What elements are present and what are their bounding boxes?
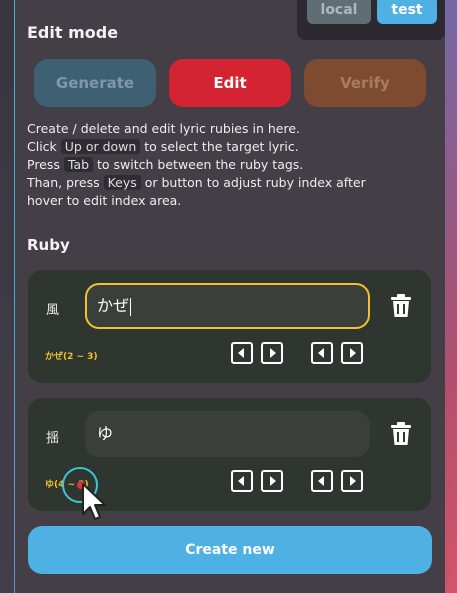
start-index-left-arrow-icon[interactable] [231, 470, 253, 492]
end-index-left-arrow-icon[interactable] [311, 470, 333, 492]
ruby-text-input[interactable]: ゆ [85, 411, 370, 457]
description-line: hover to edit index area. [27, 192, 427, 210]
description-text: to select the target lyric. [140, 139, 299, 154]
lyric-label: 風 [46, 303, 60, 318]
mouse-pointer-icon [82, 483, 106, 520]
description-line: Press Tab to switch between the ruby tag… [27, 156, 427, 174]
key-hint: Up or down [60, 139, 141, 154]
env-test-button[interactable]: test [377, 0, 437, 24]
ruby-text: かぜ [97, 296, 130, 315]
key-hint: Keys [103, 175, 141, 190]
description-text: Press [27, 157, 64, 172]
ruby-card: 風 かぜ かぜ(2 ~ 3) [28, 270, 431, 383]
generate-mode-button[interactable]: Generate [34, 59, 156, 107]
text-caret [130, 297, 132, 316]
description-line: Click Up or down to select the target ly… [27, 138, 427, 156]
description-text: or button to adjust ruby index after [140, 175, 366, 190]
lyric-label: 揺 [46, 431, 60, 446]
environment-switch: local test [297, 0, 445, 40]
edit-mode-button[interactable]: Edit [169, 59, 291, 107]
description-text: Create / delete and edit lyric rubies in… [27, 121, 300, 136]
description-text: Than, press [27, 175, 104, 190]
description-line: Than, press Keys or button to adjust rub… [27, 174, 427, 192]
verify-mode-button[interactable]: Verify [304, 59, 426, 107]
description-text: Click [27, 139, 61, 154]
end-index-left-arrow-icon[interactable] [311, 342, 333, 364]
start-index-right-arrow-icon[interactable] [261, 342, 283, 364]
left-strip [0, 0, 14, 593]
create-new-button[interactable]: Create new [28, 526, 432, 574]
end-index-right-arrow-icon[interactable] [341, 342, 363, 364]
description-text: hover to edit index area. [27, 193, 182, 208]
ruby-section-title: Ruby [27, 236, 70, 254]
start-index-right-arrow-icon[interactable] [261, 470, 283, 492]
panel-title: Edit mode [27, 23, 119, 42]
start-index-left-arrow-icon[interactable] [231, 342, 253, 364]
description-line: Create / delete and edit lyric rubies in… [27, 120, 427, 138]
description-text: to switch between the ruby tags. [93, 157, 304, 172]
key-hint: Tab [63, 157, 94, 172]
ruby-text: ゆ [97, 424, 114, 443]
delete-trash-icon[interactable] [390, 294, 412, 318]
end-index-right-arrow-icon[interactable] [341, 470, 363, 492]
ruby-index-text[interactable]: かぜ(2 ~ 3) [45, 349, 98, 362]
env-local-button[interactable]: local [307, 0, 371, 24]
ruby-text-input[interactable]: かぜ [85, 283, 370, 329]
delete-trash-icon[interactable] [390, 422, 412, 446]
description: Create / delete and edit lyric rubies in… [27, 120, 427, 210]
